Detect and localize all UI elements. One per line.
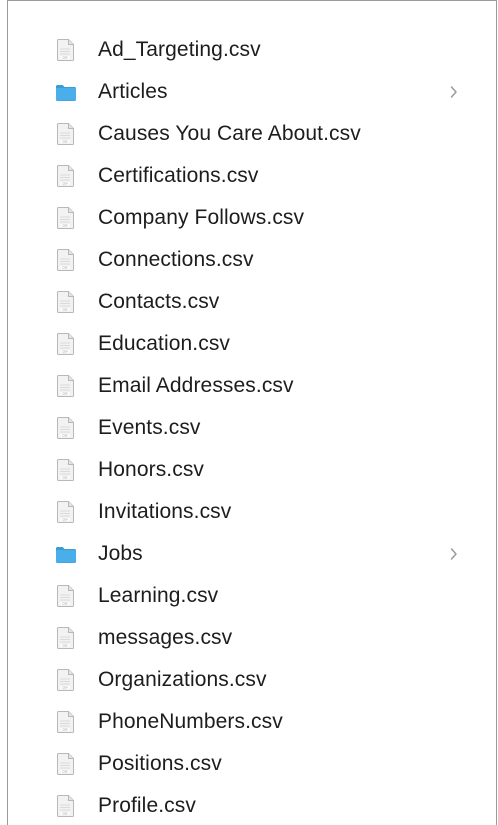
svg-text:CSV: CSV [62, 476, 67, 480]
svg-text:CSV: CSV [62, 140, 67, 144]
file-name: Certifications.csv [98, 164, 259, 187]
folder-name: Jobs [98, 542, 143, 565]
file-name: Contacts.csv [98, 290, 220, 313]
file-row[interactable]: CSV Organizations.csv [8, 659, 496, 701]
file-row[interactable]: CSV messages.csv [8, 617, 496, 659]
csv-file-icon: CSV [55, 290, 77, 314]
file-row[interactable]: CSV Causes You Care About.csv [8, 113, 496, 155]
svg-text:CSV: CSV [62, 56, 67, 60]
chevron-right-icon [449, 84, 459, 100]
csv-file-icon: CSV [55, 332, 77, 356]
file-name: Connections.csv [98, 248, 254, 271]
csv-file-icon: CSV [55, 500, 77, 524]
svg-text:CSV: CSV [62, 266, 67, 270]
csv-file-icon: CSV [55, 206, 77, 230]
file-name: Email Addresses.csv [98, 374, 294, 397]
file-name: Education.csv [98, 332, 231, 355]
svg-text:CSV: CSV [62, 434, 67, 438]
chevron-right-icon [449, 546, 459, 562]
file-name: Honors.csv [98, 458, 205, 481]
csv-file-icon: CSV [55, 794, 77, 818]
svg-text:CSV: CSV [62, 392, 67, 396]
svg-text:CSV: CSV [62, 224, 67, 228]
folder-name: Articles [98, 80, 168, 103]
svg-text:CSV: CSV [62, 602, 67, 606]
file-name: Invitations.csv [98, 500, 232, 523]
file-name: Causes You Care About.csv [98, 122, 361, 145]
file-row[interactable]: CSV Connections.csv [8, 239, 496, 281]
csv-file-icon: CSV [55, 38, 77, 62]
file-name: Positions.csv [98, 752, 222, 775]
svg-text:CSV: CSV [62, 770, 67, 774]
csv-file-icon: CSV [55, 374, 77, 398]
file-row[interactable]: CSV Invitations.csv [8, 491, 496, 533]
file-row[interactable]: CSV Certifications.csv [8, 155, 496, 197]
file-row[interactable]: CSV Profile.csv [8, 785, 496, 825]
svg-text:CSV: CSV [62, 686, 67, 690]
csv-file-icon: CSV [55, 584, 77, 608]
file-name: Company Follows.csv [98, 206, 305, 229]
file-row[interactable]: CSV Email Addresses.csv [8, 365, 496, 407]
file-row[interactable]: CSV Ad_Targeting.csv [8, 29, 496, 71]
svg-text:CSV: CSV [62, 728, 67, 732]
csv-file-icon: CSV [55, 710, 77, 734]
file-row[interactable]: CSV Events.csv [8, 407, 496, 449]
csv-file-icon: CSV [55, 458, 77, 482]
file-name: Events.csv [98, 416, 201, 439]
folder-row[interactable]: Jobs [8, 533, 496, 575]
csv-file-icon: CSV [55, 122, 77, 146]
file-row[interactable]: CSV Learning.csv [8, 575, 496, 617]
csv-file-icon: CSV [55, 164, 77, 188]
file-name: messages.csv [98, 626, 233, 649]
svg-text:CSV: CSV [62, 518, 67, 522]
folder-row[interactable]: Articles [8, 71, 496, 113]
file-row[interactable]: CSV Honors.csv [8, 449, 496, 491]
csv-file-icon: CSV [55, 752, 77, 776]
csv-file-icon: CSV [55, 668, 77, 692]
file-name: PhoneNumbers.csv [98, 710, 283, 733]
csv-file-icon: CSV [55, 626, 77, 650]
folder-icon [55, 80, 77, 104]
svg-text:CSV: CSV [62, 644, 67, 648]
file-list: CSV Ad_Targeting.csv Articles CSV Causes You… [8, 29, 496, 825]
file-name: Profile.csv [98, 794, 196, 817]
file-row[interactable]: CSV Contacts.csv [8, 281, 496, 323]
csv-file-icon: CSV [55, 248, 77, 272]
file-row[interactable]: CSV Positions.csv [8, 743, 496, 785]
folder-icon [55, 542, 77, 566]
file-name: Learning.csv [98, 584, 219, 607]
csv-file-icon: CSV [55, 416, 77, 440]
svg-text:CSV: CSV [62, 812, 67, 816]
finder-column-view: CSV Ad_Targeting.csv Articles CSV Causes You… [7, 0, 497, 825]
file-name: Ad_Targeting.csv [98, 38, 261, 61]
file-row[interactable]: CSV PhoneNumbers.csv [8, 701, 496, 743]
file-name: Organizations.csv [98, 668, 267, 691]
svg-text:CSV: CSV [62, 308, 67, 312]
svg-text:CSV: CSV [62, 182, 67, 186]
file-row[interactable]: CSV Education.csv [8, 323, 496, 365]
file-row[interactable]: CSV Company Follows.csv [8, 197, 496, 239]
svg-text:CSV: CSV [62, 350, 67, 354]
